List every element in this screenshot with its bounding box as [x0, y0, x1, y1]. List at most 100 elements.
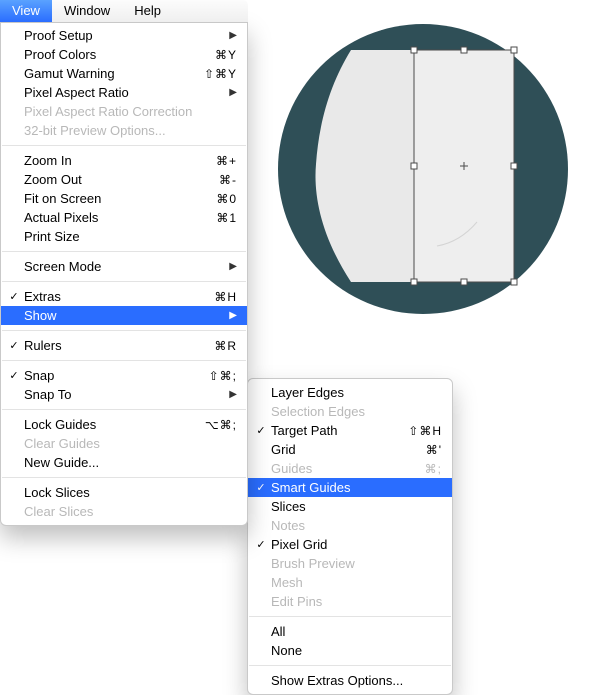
submenu-arrow-icon: ▶ — [227, 30, 237, 41]
menubar-item-window[interactable]: Window — [52, 0, 122, 22]
menubar-item-help[interactable]: Help — [122, 0, 173, 22]
menu-item-pixel-aspect-ratio[interactable]: Pixel Aspect Ratio▶ — [1, 83, 247, 102]
menu-item-label: Actual Pixels — [21, 210, 204, 225]
submenu-arrow-icon: ▶ — [227, 310, 237, 321]
menu-item-clear-slices: Clear Slices — [1, 502, 247, 521]
menu-item-label: Show Extras Options... — [268, 673, 442, 688]
menu-item-label: Gamut Warning — [21, 66, 192, 81]
menu-item-shortcut: ⇧⌘Y — [192, 67, 237, 81]
menu-separator — [2, 281, 246, 282]
menu-separator — [249, 665, 451, 666]
menu-item-smart-guides[interactable]: ✓Smart Guides — [248, 478, 452, 497]
checkmark-icon: ✓ — [7, 369, 21, 382]
menu-item-label: Extras — [21, 289, 202, 304]
checkmark-icon: ✓ — [254, 424, 268, 437]
menu-item-grid[interactable]: Grid⌘' — [248, 440, 452, 459]
menu-item-shortcut: ⌘; — [413, 462, 442, 476]
menu-item-label: Zoom Out — [21, 172, 207, 187]
menu-item-label: Snap To — [21, 387, 227, 402]
submenu-arrow-icon: ▶ — [227, 87, 237, 98]
menu-item-rulers[interactable]: ✓Rulers⌘R — [1, 336, 247, 355]
menu-item-label: 32-bit Preview Options... — [21, 123, 237, 138]
menu-item-label: Rulers — [21, 338, 202, 353]
menu-item-pixel-aspect-ratio-correction: Pixel Aspect Ratio Correction — [1, 102, 247, 121]
menu-item-32-bit-preview-options: 32-bit Preview Options... — [1, 121, 247, 140]
menu-item-proof-setup[interactable]: Proof Setup▶ — [1, 26, 247, 45]
menu-item-label: New Guide... — [21, 455, 237, 470]
menu-separator — [2, 409, 246, 410]
menu-item-label: Target Path — [268, 423, 396, 438]
menu-item-shortcut: ⌘R — [202, 339, 237, 353]
menu-item-pixel-grid[interactable]: ✓Pixel Grid — [248, 535, 452, 554]
menu-item-all[interactable]: All — [248, 622, 452, 641]
menu-item-label: Edit Pins — [268, 594, 442, 609]
menu-item-screen-mode[interactable]: Screen Mode▶ — [1, 257, 247, 276]
menu-item-zoom-out[interactable]: Zoom Out⌘- — [1, 170, 247, 189]
menu-item-guides: Guides⌘; — [248, 459, 452, 478]
menu-item-shortcut: ⇧⌘; — [197, 369, 237, 383]
menu-separator — [2, 145, 246, 146]
menu-item-target-path[interactable]: ✓Target Path⇧⌘H — [248, 421, 452, 440]
menu-item-mesh: Mesh — [248, 573, 452, 592]
menu-item-show[interactable]: Show▶ — [1, 306, 247, 325]
menu-item-shortcut: ⌘Y — [203, 48, 237, 62]
menu-item-label: Snap — [21, 368, 197, 383]
menu-item-slices[interactable]: Slices — [248, 497, 452, 516]
menu-item-lock-guides[interactable]: Lock Guides⌥⌘; — [1, 415, 247, 434]
menu-item-shortcut: ⇧⌘H — [396, 424, 442, 438]
menu-item-fit-on-screen[interactable]: Fit on Screen⌘0 — [1, 189, 247, 208]
menu-separator — [2, 251, 246, 252]
menu-item-zoom-in[interactable]: Zoom In⌘+ — [1, 151, 247, 170]
menu-item-label: Lock Guides — [21, 417, 193, 432]
menubar-item-view[interactable]: View — [0, 0, 52, 22]
menu-item-label: Slices — [268, 499, 442, 514]
menu-item-label: Proof Colors — [21, 47, 203, 62]
menu-item-new-guide[interactable]: New Guide... — [1, 453, 247, 472]
menu-item-selection-edges: Selection Edges — [248, 402, 452, 421]
menu-item-label: Pixel Aspect Ratio — [21, 85, 227, 100]
submenu-arrow-icon: ▶ — [227, 389, 237, 400]
menu-view: Proof Setup▶Proof Colors⌘YGamut Warning⇧… — [0, 22, 248, 526]
menu-item-label: Brush Preview — [268, 556, 442, 571]
menu-item-lock-slices[interactable]: Lock Slices — [1, 483, 247, 502]
menubar: ViewWindowHelp — [0, 0, 248, 23]
menu-item-label: Smart Guides — [268, 480, 442, 495]
menu-item-label: Print Size — [21, 229, 237, 244]
menu-item-label: Grid — [268, 442, 414, 457]
menu-item-snap-to[interactable]: Snap To▶ — [1, 385, 247, 404]
menu-item-gamut-warning[interactable]: Gamut Warning⇧⌘Y — [1, 64, 247, 83]
menu-item-label: None — [268, 643, 442, 658]
menu-item-extras[interactable]: ✓Extras⌘H — [1, 287, 247, 306]
menu-item-shortcut: ⌘0 — [204, 192, 237, 206]
menu-item-layer-edges[interactable]: Layer Edges — [248, 383, 452, 402]
menu-item-label: Clear Slices — [21, 504, 237, 519]
menu-item-proof-colors[interactable]: Proof Colors⌘Y — [1, 45, 247, 64]
menu-item-edit-pins: Edit Pins — [248, 592, 452, 611]
menu-item-shortcut: ⌘H — [202, 290, 237, 304]
menu-item-print-size[interactable]: Print Size — [1, 227, 247, 246]
menu-item-label: Notes — [268, 518, 442, 533]
menu-item-actual-pixels[interactable]: Actual Pixels⌘1 — [1, 208, 247, 227]
menu-item-label: Screen Mode — [21, 259, 227, 274]
menu-item-label: Guides — [268, 461, 413, 476]
menu-item-label: Pixel Aspect Ratio Correction — [21, 104, 237, 119]
menu-item-none[interactable]: None — [248, 641, 452, 660]
checkmark-icon: ✓ — [254, 538, 268, 551]
menu-item-shortcut: ⌘1 — [204, 211, 237, 225]
menu-separator — [2, 477, 246, 478]
menu-item-shortcut: ⌘+ — [204, 154, 237, 168]
checkmark-icon: ✓ — [7, 339, 21, 352]
menu-item-label: All — [268, 624, 442, 639]
menu-item-shortcut: ⌥⌘; — [193, 418, 237, 432]
menu-item-label: Fit on Screen — [21, 191, 204, 206]
menu-item-label: Mesh — [268, 575, 442, 590]
menu-item-snap[interactable]: ✓Snap⇧⌘; — [1, 366, 247, 385]
menu-show: Layer EdgesSelection Edges✓Target Path⇧⌘… — [247, 378, 453, 695]
menu-separator — [249, 616, 451, 617]
menu-item-label: Selection Edges — [268, 404, 442, 419]
menu-item-label: Lock Slices — [21, 485, 237, 500]
menu-item-label: Proof Setup — [21, 28, 227, 43]
menu-item-show-extras-options[interactable]: Show Extras Options... — [248, 671, 452, 690]
menu-item-label: Pixel Grid — [268, 537, 442, 552]
menu-item-label: Layer Edges — [268, 385, 442, 400]
